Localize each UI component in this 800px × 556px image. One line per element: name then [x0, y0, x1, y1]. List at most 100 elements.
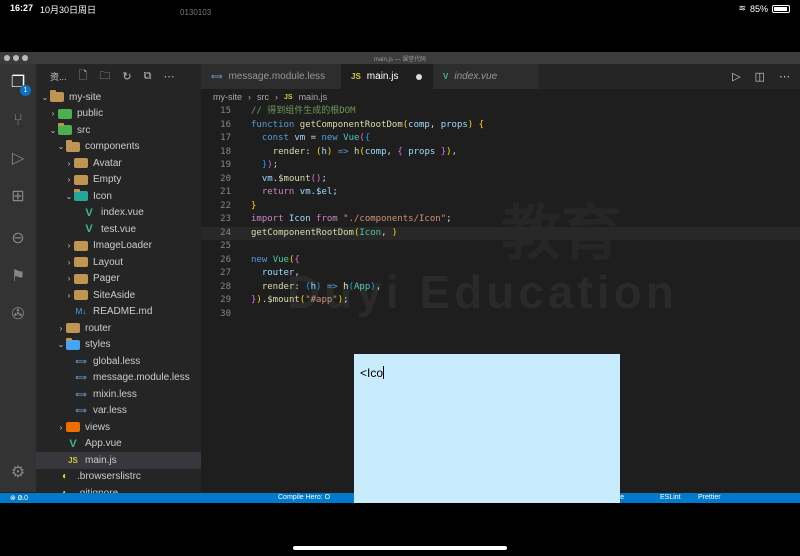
tree-item[interactable]: › Layout [36, 254, 201, 271]
chevron-down-icon: ⌄ [49, 125, 57, 135]
gamepad-icon[interactable]: ✇ [7, 304, 29, 326]
tree-item[interactable]: › public [36, 106, 201, 123]
breadcrumb-item[interactable]: main.js [299, 92, 328, 102]
code-line[interactable]: 21 return vm.$el; [201, 186, 800, 200]
vue-file-icon: V [443, 72, 449, 81]
tree-item[interactable]: › Avatar [36, 155, 201, 172]
tree-item[interactable]: › views [36, 419, 201, 436]
tree-item[interactable]: ⟺ var.less [36, 403, 201, 420]
tree-item[interactable]: › Pager [36, 271, 201, 288]
tree-item[interactable]: ⌄ Icon [36, 188, 201, 205]
tree-item[interactable]: ◐ .browserslistrc [36, 469, 201, 486]
tree-item-label: Layout [93, 256, 124, 268]
code-line[interactable]: 16 function getComponentRootDom(comp, pro… [201, 119, 800, 133]
tree-item[interactable]: JS main.js [36, 452, 201, 469]
refresh-icon[interactable]: ↻ [122, 70, 131, 83]
folder-icon [74, 158, 88, 169]
split-editor-icon[interactable]: ◫ [755, 70, 765, 83]
status-right: ≋ 85% [738, 3, 790, 14]
breadcrumb-item[interactable]: my-site [213, 92, 242, 102]
tree-item[interactable]: › SiteAside [36, 287, 201, 304]
code-line[interactable]: 22} [201, 200, 800, 214]
new-file-icon[interactable]: 🗋 [79, 67, 88, 86]
tree-item[interactable]: Vtest.vue [36, 221, 201, 238]
tree-item[interactable]: ⟺ message.module.less [36, 370, 201, 387]
tree-item-label: public [77, 108, 104, 120]
code-text: function getComponentRootDom(comp, props… [251, 119, 485, 130]
tree-item[interactable]: Vindex.vue [36, 205, 201, 222]
code-line[interactable]: 30 [201, 308, 800, 322]
chevron-right-icon: › [67, 290, 71, 300]
tree-item-label: Avatar [93, 157, 122, 169]
problems-indicator[interactable]: ⊗ 0 ⚠ 0 [10, 494, 28, 502]
eslint-status[interactable]: ESLint [660, 494, 681, 501]
markdown-file-icon: M↓ [75, 307, 87, 317]
unsaved-dot-icon[interactable] [416, 73, 423, 80]
remote-icon[interactable]: ⊖ [7, 228, 29, 250]
code-line[interactable]: 29}).$mount("#app"); [201, 294, 800, 308]
code-text: } [251, 200, 257, 211]
folder-icon [74, 273, 88, 284]
code-line[interactable]: 28 render: (h) => h(App), [201, 281, 800, 295]
tree-item[interactable]: ⌄ my-site [36, 89, 201, 106]
compile-hero[interactable]: Compile Hero: O [278, 494, 330, 501]
line-number: 16 [220, 119, 231, 130]
more-icon[interactable]: ⋯ [779, 70, 790, 83]
code-line[interactable]: 17 const vm = new Vue({ [201, 132, 800, 146]
breadcrumb-item[interactable]: src [257, 92, 269, 102]
tree-item[interactable]: ⌄ src [36, 122, 201, 139]
tree-item[interactable]: V App.vue [36, 436, 201, 453]
js-file-icon: JS [351, 72, 361, 81]
tab-index-vue[interactable]: V index.vue [433, 64, 539, 89]
tree-item[interactable]: M↓ README.md [36, 304, 201, 321]
source-control-icon[interactable]: ⑂ [7, 110, 29, 132]
activity-bar: ❐ 1 ⑂ ▷ ⊞ ⊖ ⚑ ✇ ⚙ [0, 64, 36, 492]
tree-item[interactable]: › router [36, 320, 201, 337]
code-line[interactable]: 25 [201, 240, 800, 254]
code-line[interactable]: 27 router, [201, 267, 800, 281]
tree-item-label: styles [85, 339, 111, 351]
code-line[interactable]: 23 import Icon from "./components/Icon"; [201, 213, 800, 227]
chevron-right-icon: › [67, 257, 71, 267]
line-number: 17 [220, 133, 231, 143]
tab-message-module-less[interactable]: ⟺ message.module.less [201, 64, 341, 89]
code-line[interactable]: 24 getComponentRootDom(Icon, ) [201, 226, 800, 240]
tree-item-label: README.md [93, 306, 153, 318]
js-file-icon: JS [284, 93, 293, 101]
config-file-icon: ◐ [61, 471, 69, 483]
extensions-icon[interactable]: ⊞ [7, 186, 29, 208]
folder-icon [66, 139, 80, 152]
settings-gear-icon[interactable]: ⚙ [7, 462, 29, 484]
tree-item[interactable]: › Empty [36, 172, 201, 189]
bookmark-icon[interactable]: ⚑ [7, 266, 29, 288]
code-line[interactable]: 18 render: (h) => h(comp, { props }), [201, 146, 800, 160]
chevron-right-icon: › [59, 323, 63, 333]
code-text: }).$mount("#app"); [251, 295, 349, 305]
code-line[interactable]: 26 new Vue({ [201, 254, 800, 268]
ime-input-overlay[interactable]: <Ico [354, 354, 620, 503]
tree-item-label: my-site [69, 91, 102, 103]
tree-item[interactable]: ⟺ global.less [36, 353, 201, 370]
run-icon[interactable]: ▷ [732, 70, 740, 83]
more-actions-icon[interactable]: ⋯ [163, 70, 174, 83]
home-indicator[interactable] [293, 546, 507, 550]
chevron-down-icon: ⌄ [57, 142, 65, 152]
new-folder-icon[interactable]: 🗀 [99, 67, 110, 86]
tree-item-label: message.module.less [93, 372, 190, 384]
code-line[interactable]: 15 // 得到组件生成的根DOM [201, 105, 800, 119]
tree-item[interactable]: ⌄ components [36, 139, 201, 156]
tab-main-js[interactable]: JS main.js [341, 64, 433, 89]
explorer-icon[interactable]: ❐ 1 [7, 72, 31, 96]
code-line[interactable]: 19 }); [201, 159, 800, 173]
chevron-right-icon: › [51, 109, 55, 119]
less-file-icon: ⟺ [75, 356, 87, 366]
collapse-all-icon[interactable]: ⧉ [144, 70, 152, 83]
run-debug-icon[interactable]: ▷ [7, 148, 29, 170]
tree-item[interactable]: ⟺ mixin.less [36, 386, 201, 403]
tree-item[interactable]: › ImageLoader [36, 238, 201, 255]
code-line[interactable]: 20 vm.$mount(); [201, 173, 800, 187]
prettier-status[interactable]: Prettier [698, 494, 721, 501]
line-number: 19 [220, 160, 231, 170]
less-file-icon: ⟺ [211, 72, 223, 81]
tree-item[interactable]: ⌄ styles [36, 337, 201, 354]
